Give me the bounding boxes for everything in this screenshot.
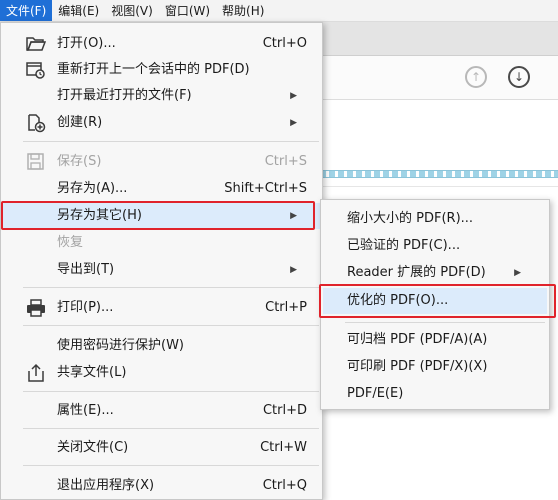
menu-window[interactable]: 窗口(W) xyxy=(159,0,216,21)
menu-edit[interactable]: 编辑(E) xyxy=(52,0,105,21)
menu-item-reopen-session[interactable]: 重新打开上一个会话中的 PDF(D) xyxy=(3,57,321,83)
menu-item-label: 创建(R) xyxy=(57,115,103,130)
menu-item-save-as[interactable]: 另存为(A)... Shift+Ctrl+S xyxy=(3,176,321,202)
file-menu: 打开(O)... Ctrl+O 重新打开上一个会话中的 PDF(D) 打开最近打… xyxy=(0,22,323,500)
menu-item-export-to[interactable]: 导出到(T) ▶ xyxy=(3,257,321,283)
menu-item-create[interactable]: 创建(R) ▶ xyxy=(3,110,321,136)
document-decorative-border xyxy=(320,170,558,178)
menu-item-label: 导出到(T) xyxy=(57,262,115,277)
menu-separator xyxy=(23,287,319,288)
arrow-up-circle-icon[interactable]: ↑ xyxy=(465,66,487,88)
menu-item-label: 保存(S) xyxy=(57,154,102,169)
menu-separator xyxy=(23,141,319,142)
menu-item-print[interactable]: 打印(P)... Ctrl+P xyxy=(3,295,321,321)
create-pdf-icon xyxy=(25,113,47,133)
menu-item-label: 另存为(A)... xyxy=(57,181,128,196)
menu-item-share-file[interactable]: 共享文件(L) xyxy=(3,360,321,386)
menu-item-label: 打开(O)... xyxy=(57,36,116,51)
submenu-arrow-icon: ▶ xyxy=(290,118,297,128)
submenu-item-certified-pdf[interactable]: 已验证的 PDF(C)... xyxy=(323,233,547,259)
submenu-separator xyxy=(345,322,545,323)
submenu-item-label: PDF/E(E) xyxy=(347,386,404,401)
menu-item-password-protect[interactable]: 使用密码进行保护(W) xyxy=(3,333,321,359)
arrow-down-circle-icon[interactable]: ↓ xyxy=(508,66,530,88)
menu-separator xyxy=(23,465,319,466)
submenu-item-pdf-e[interactable]: PDF/E(E) xyxy=(323,381,547,407)
submenu-item-label: 可印刷 PDF (PDF/X)(X) xyxy=(347,359,488,374)
menu-item-save-as-other[interactable]: 另存为其它(H) ▶ xyxy=(3,203,321,229)
menu-item-shortcut: Shift+Ctrl+S xyxy=(224,181,307,196)
menu-item-label: 另存为其它(H) xyxy=(57,208,142,223)
share-upload-icon xyxy=(25,363,47,383)
submenu-item-label: 优化的 PDF(O)... xyxy=(347,293,449,308)
menu-view[interactable]: 视图(V) xyxy=(105,0,159,21)
save-disk-icon xyxy=(25,152,47,172)
menu-item-label: 恢复 xyxy=(57,235,84,250)
submenu-item-archivable-pdf[interactable]: 可归档 PDF (PDF/A)(A) xyxy=(323,327,547,353)
menu-item-shortcut: Ctrl+S xyxy=(264,154,307,169)
submenu-arrow-icon: ▶ xyxy=(514,268,521,278)
menu-item-save[interactable]: 保存(S) Ctrl+S xyxy=(3,149,321,175)
reopen-session-icon xyxy=(25,60,47,80)
menu-bar: 文件(F) 编辑(E) 视图(V) 窗口(W) 帮助(H) xyxy=(0,0,558,22)
menu-item-revert[interactable]: 恢复 xyxy=(3,230,321,256)
menu-item-label: 属性(E)... xyxy=(57,403,114,418)
submenu-arrow-icon: ▶ xyxy=(290,211,297,221)
submenu-item-label: Reader 扩展的 PDF(D) xyxy=(347,265,486,280)
menu-item-exit[interactable]: 退出应用程序(X) Ctrl+Q xyxy=(3,473,321,499)
menu-item-shortcut: Ctrl+P xyxy=(265,300,307,315)
menu-item-label: 打开最近打开的文件(F) xyxy=(57,88,192,103)
menu-item-shortcut: Ctrl+D xyxy=(262,403,307,418)
menu-item-shortcut: Ctrl+W xyxy=(260,440,307,455)
menu-item-label: 重新打开上一个会话中的 PDF(D) xyxy=(57,62,250,77)
menu-help[interactable]: 帮助(H) xyxy=(216,0,270,21)
menu-separator xyxy=(23,428,319,429)
submenu-item-optimized-pdf[interactable]: 优化的 PDF(O)... xyxy=(323,288,547,314)
submenu-item-label: 可归档 PDF (PDF/A)(A) xyxy=(347,332,488,347)
menu-item-label: 打印(P)... xyxy=(57,300,114,315)
menu-item-label: 退出应用程序(X) xyxy=(57,478,155,493)
menu-item-close-file[interactable]: 关闭文件(C) Ctrl+W xyxy=(3,435,321,461)
menu-separator xyxy=(23,325,319,326)
menu-item-shortcut: Ctrl+O xyxy=(262,36,307,51)
save-as-other-submenu: 缩小大小的 PDF(R)... 已验证的 PDF(C)... Reader 扩展… xyxy=(320,199,550,410)
submenu-item-printable-pdf[interactable]: 可印刷 PDF (PDF/X)(X) xyxy=(323,354,547,380)
menu-item-label: 共享文件(L) xyxy=(57,365,127,380)
menu-item-properties[interactable]: 属性(E)... Ctrl+D xyxy=(3,398,321,424)
menu-separator xyxy=(23,391,319,392)
printer-icon xyxy=(25,298,47,318)
submenu-item-label: 缩小大小的 PDF(R)... xyxy=(347,211,474,226)
menu-item-shortcut: Ctrl+Q xyxy=(262,478,307,493)
menu-item-open[interactable]: 打开(O)... Ctrl+O xyxy=(3,31,321,57)
submenu-arrow-icon: ▶ xyxy=(290,91,297,101)
folder-open-icon xyxy=(25,34,47,54)
menu-item-label: 使用密码进行保护(W) xyxy=(57,338,184,353)
submenu-arrow-icon: ▶ xyxy=(290,265,297,275)
submenu-item-reader-extended-pdf[interactable]: Reader 扩展的 PDF(D) ▶ xyxy=(323,260,547,286)
document-divider xyxy=(320,186,558,187)
menu-item-label: 关闭文件(C) xyxy=(57,440,129,455)
submenu-item-label: 已验证的 PDF(C)... xyxy=(347,238,461,253)
submenu-item-reduced-size-pdf[interactable]: 缩小大小的 PDF(R)... xyxy=(323,206,547,232)
menu-item-recent-files[interactable]: 打开最近打开的文件(F) ▶ xyxy=(3,83,321,109)
menu-file[interactable]: 文件(F) xyxy=(0,0,53,21)
